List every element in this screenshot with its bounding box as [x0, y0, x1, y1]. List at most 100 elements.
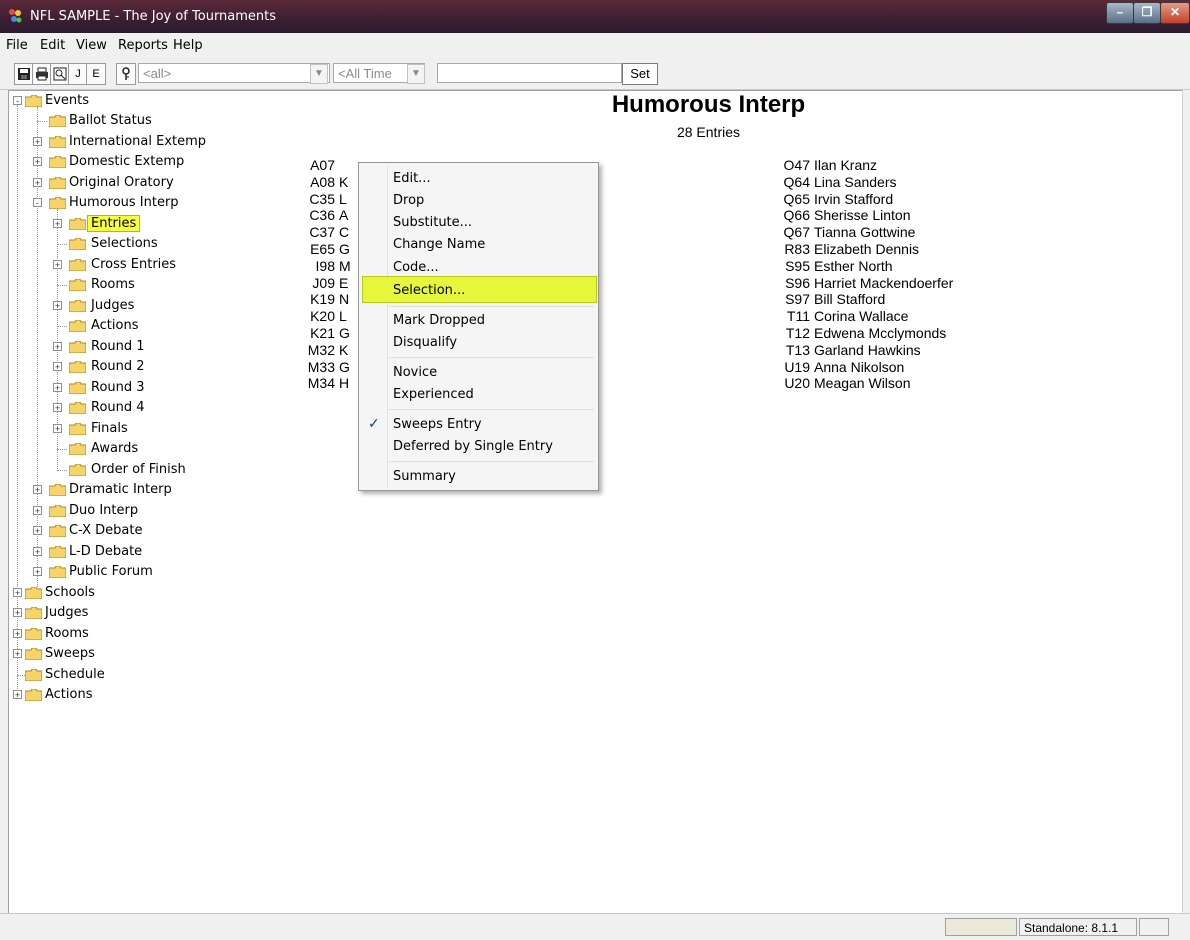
entry-name: Tianna Gottwine	[814, 224, 916, 241]
entry-row[interactable]: U20 Meagan Wilson	[776, 375, 996, 392]
chevron-down-icon[interactable]: ▼	[310, 64, 328, 84]
menu-item-drop[interactable]: Drop	[393, 193, 424, 208]
print-icon[interactable]	[32, 63, 52, 85]
close-button[interactable]: ✕	[1160, 2, 1190, 24]
collapse-icon[interactable]: -	[13, 96, 22, 106]
expand-icon[interactable]: +	[13, 649, 22, 659]
status-pane	[945, 918, 1017, 936]
entry-row[interactable]: S96 Harriet Mackendoerfer	[776, 275, 996, 292]
entry-code: O47	[783, 157, 810, 173]
expand-icon[interactable]: +	[53, 342, 62, 352]
entry-row[interactable]: Q67 Tianna Gottwine	[776, 224, 996, 241]
entry-code: S95	[785, 257, 810, 274]
expand-icon[interactable]: +	[33, 178, 42, 188]
tree-label: C-X Debate	[69, 523, 143, 538]
vertical-scrollbar[interactable]	[1182, 90, 1190, 912]
menu-item-summary[interactable]: Summary	[393, 469, 456, 484]
menu-file[interactable]: File	[6, 38, 28, 53]
entry-row[interactable]: T12 Edwena Mcclymonds	[776, 325, 996, 342]
entry-code: A07	[310, 157, 335, 173]
expand-icon[interactable]: +	[53, 383, 62, 393]
entry-row[interactable]: U19 Anna Nikolson	[776, 359, 996, 376]
folder-icon	[25, 648, 42, 660]
window-title: NFL SAMPLE - The Joy of Tournaments	[30, 9, 277, 24]
menu-item-sweeps-entry[interactable]: Sweeps Entry	[393, 417, 482, 432]
menu-item-substitute[interactable]: Substitute...	[393, 215, 472, 230]
menu-bar: File Edit View Reports Help	[0, 33, 1190, 57]
expand-icon[interactable]: +	[13, 629, 22, 639]
maximize-button[interactable]: ❐	[1133, 2, 1161, 24]
event-filter-combo[interactable]: <all>	[138, 63, 330, 83]
entry-code: Q67	[783, 224, 810, 241]
entry-code: C36	[309, 207, 335, 224]
expand-icon[interactable]: +	[13, 608, 22, 618]
folder-icon	[69, 443, 86, 455]
e-button[interactable]: E	[86, 63, 106, 85]
entry-row[interactable]: O47 Ilan Kranz	[776, 157, 996, 174]
expand-icon[interactable]: +	[53, 219, 62, 229]
collapse-icon[interactable]: -	[33, 198, 42, 208]
expand-icon[interactable]: +	[33, 137, 42, 147]
menu-item-change-name[interactable]: Change Name	[393, 237, 485, 252]
set-button[interactable]: Set	[622, 63, 658, 85]
expand-icon[interactable]: +	[53, 403, 62, 413]
entry-row[interactable]: Q64 Lina Sanders	[776, 174, 996, 191]
menu-item-code[interactable]: Code...	[393, 260, 439, 275]
expand-icon[interactable]: +	[33, 526, 42, 536]
menu-item-disqualify[interactable]: Disqualify	[393, 335, 457, 350]
entry-name: G	[339, 241, 350, 257]
entry-code: T12	[785, 325, 810, 341]
tree-label: Rooms	[45, 626, 89, 641]
menu-item-selection[interactable]: Selection...	[393, 283, 465, 298]
menu-item-experienced[interactable]: Experienced	[393, 387, 474, 402]
entry-name: Harriet Mackendoerfer	[814, 274, 954, 291]
expand-icon[interactable]: +	[53, 260, 62, 270]
entry-row[interactable]: T13 Garland Hawkins	[776, 342, 996, 359]
expand-icon[interactable]: +	[33, 506, 42, 516]
expand-icon[interactable]: +	[33, 485, 42, 495]
folder-icon	[69, 300, 86, 312]
j-button[interactable]: J	[68, 63, 88, 85]
entry-row[interactable]: S95 Esther North	[776, 258, 996, 275]
key-icon[interactable]	[116, 63, 136, 85]
menu-separator	[389, 409, 594, 410]
expand-icon[interactable]: +	[53, 424, 62, 434]
tree-label: Actions	[91, 318, 139, 333]
entry-row[interactable]: Q66 Sherisse Linton	[776, 207, 996, 224]
expand-icon[interactable]: +	[53, 362, 62, 372]
expand-icon[interactable]: +	[33, 547, 42, 557]
filter-text-input[interactable]	[437, 63, 622, 83]
app-icon	[9, 9, 22, 23]
menu-view[interactable]: View	[76, 38, 107, 53]
folder-icon	[25, 587, 42, 599]
preview-icon[interactable]	[50, 63, 70, 85]
menu-item-edit[interactable]: Edit...	[393, 171, 431, 186]
entry-row[interactable]: T11 Corina Wallace	[776, 308, 996, 325]
entry-row[interactable]: R83 Elizabeth Dennis	[776, 241, 996, 258]
menu-edit[interactable]: Edit	[40, 38, 65, 53]
folder-icon	[25, 689, 42, 701]
folder-icon	[69, 402, 86, 414]
menu-item-novice[interactable]: Novice	[393, 365, 437, 380]
entry-row[interactable]: Q65 Irvin Stafford	[776, 191, 996, 208]
tree-label: Judges	[91, 298, 135, 313]
status-pane	[1139, 918, 1169, 936]
menu-help[interactable]: Help	[173, 38, 203, 53]
chevron-down-icon[interactable]: ▼	[407, 64, 425, 84]
expand-icon[interactable]: +	[53, 301, 62, 311]
expand-icon[interactable]: +	[33, 567, 42, 577]
entry-row[interactable]: S97 Bill Stafford	[776, 291, 996, 308]
menu-item-deferred[interactable]: Deferred by Single Entry	[393, 439, 553, 454]
entry-name: Elizabeth Dennis	[814, 241, 920, 257]
menu-item-mark-dropped[interactable]: Mark Dropped	[393, 313, 485, 328]
expand-icon[interactable]: +	[33, 157, 42, 167]
save-icon[interactable]	[14, 63, 34, 85]
minimize-button[interactable]: –	[1106, 2, 1134, 24]
folder-icon	[49, 115, 66, 127]
menu-reports[interactable]: Reports	[118, 38, 168, 53]
folder-icon	[49, 197, 66, 209]
expand-icon[interactable]: +	[13, 690, 22, 700]
entry-name: A	[339, 207, 349, 224]
entry-code: T11	[786, 308, 810, 325]
expand-icon[interactable]: +	[13, 588, 22, 598]
